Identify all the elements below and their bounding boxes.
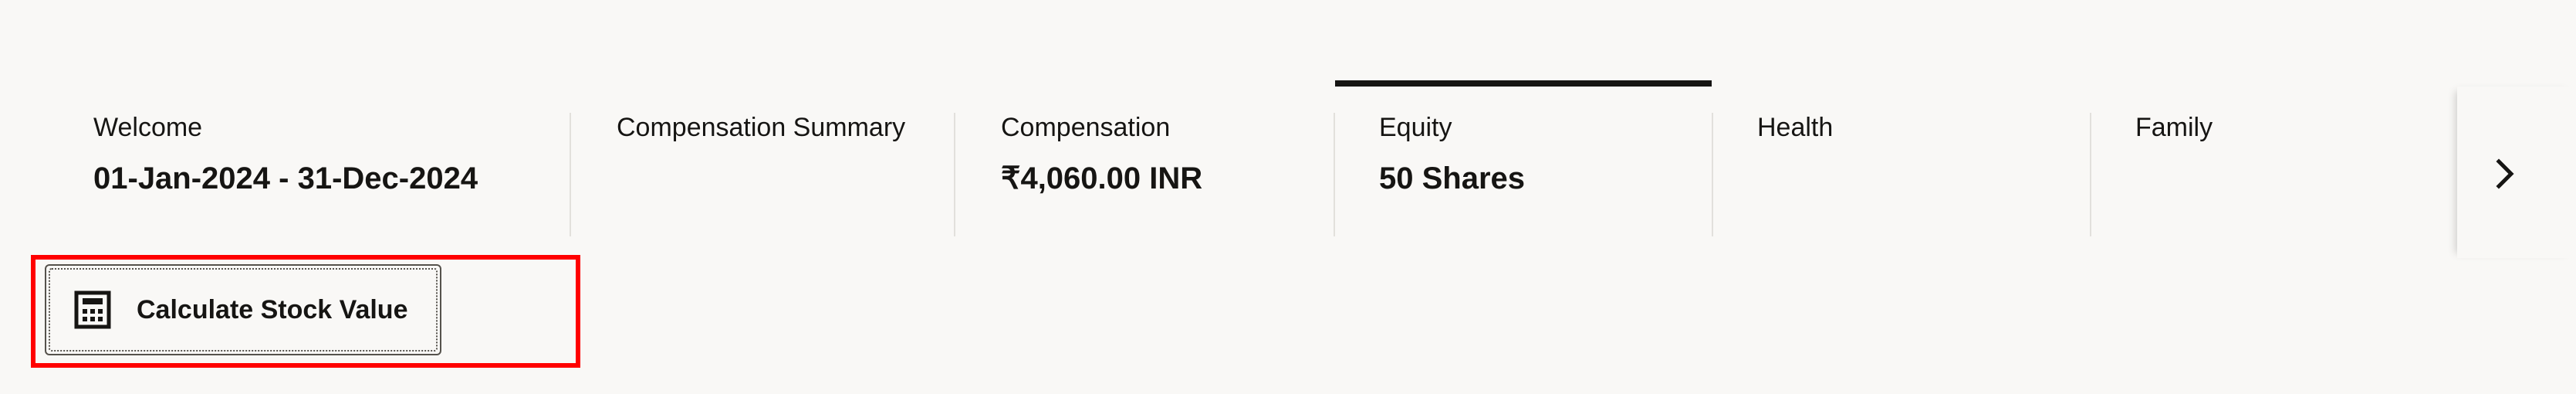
tab-title: Welcome <box>93 113 203 142</box>
tab-compensation[interactable]: Compensation ₹4,060.00 INR <box>955 0 1334 255</box>
calculator-icon <box>73 290 112 329</box>
scroll-next-button[interactable] <box>2486 151 2524 196</box>
tab-health[interactable]: Health <box>1713 0 2090 255</box>
tab-title: Compensation Summary <box>617 113 906 142</box>
tab-welcome[interactable]: Welcome 01-Jan-2024 - 31-Dec-2024 <box>0 0 570 255</box>
focus-ring: Calculate Stock Value <box>49 268 438 352</box>
tab-title: Family <box>2135 113 2213 142</box>
tab-equity[interactable]: Equity 50 Shares <box>1335 0 1712 255</box>
tab-value: 50 Shares <box>1379 161 1526 195</box>
button-label: Calculate Stock Value <box>137 294 408 324</box>
tab-title: Equity <box>1379 113 1452 142</box>
tab-value: 01-Jan-2024 - 31-Dec-2024 <box>93 161 478 195</box>
tab-title: Compensation <box>1001 113 1171 142</box>
tab-title: Health <box>1757 113 1834 142</box>
calculate-stock-value-button[interactable]: Calculate Stock Value <box>45 264 441 355</box>
tab-strip: Welcome 01-Jan-2024 - 31-Dec-2024 Compen… <box>0 0 2576 258</box>
tab-value: ₹4,060.00 INR <box>1001 161 1203 195</box>
tab-compensation-summary[interactable]: Compensation Summary <box>571 0 954 255</box>
chevron-right-icon <box>2496 158 2514 189</box>
selected-tab-indicator <box>1335 80 1712 87</box>
tab-family[interactable]: Family <box>2091 0 2457 255</box>
